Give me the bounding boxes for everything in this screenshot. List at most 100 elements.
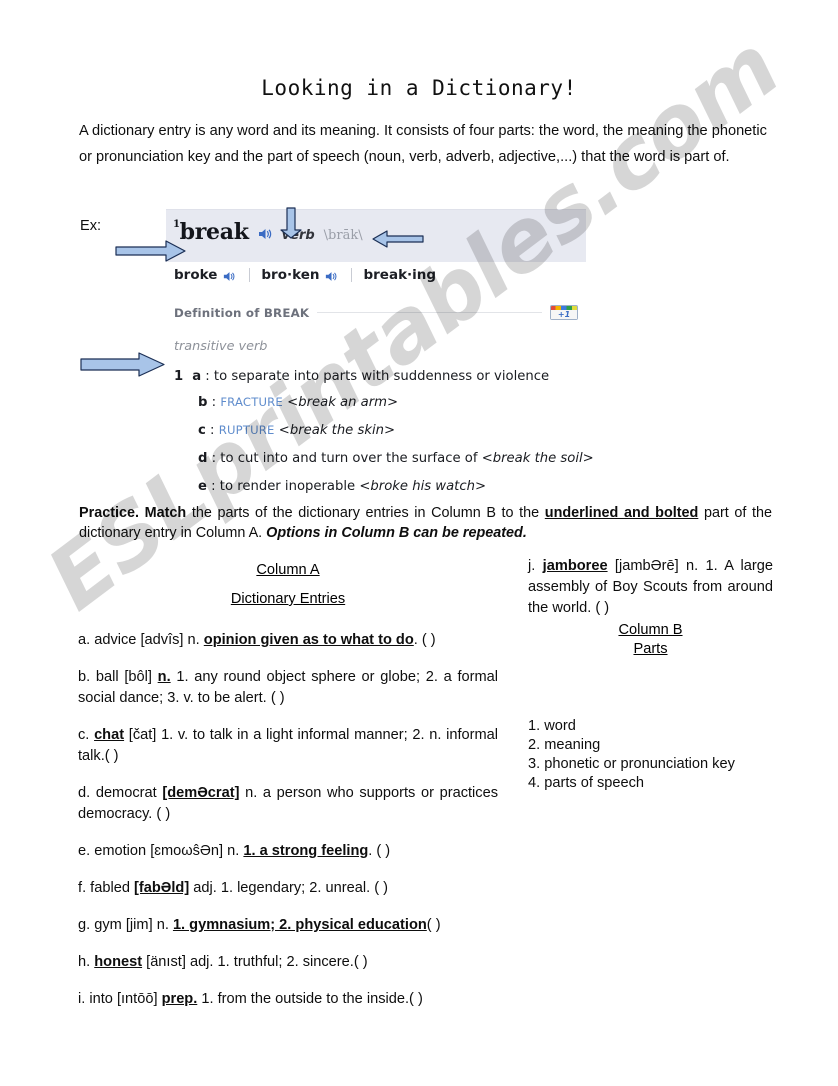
dictionary-entry-b: b. ball [bôl] n. 1. any round object sph… [78,669,498,706]
entry-definition: 1. gymnasium; 2. physical education [172,917,427,933]
divider [249,268,251,282]
entry-word: advice [94,632,137,648]
entry-definition: opinion given as to what to do [203,632,414,648]
entry-pos: adj. [193,880,217,896]
entry-pos: n. [157,669,171,685]
answer-blank[interactable]: ( ) [595,600,609,616]
entry-word: into [89,991,113,1007]
sense-letter: d [198,451,208,466]
sense-text: : to render inoperable [211,479,356,494]
entry-phonetic: [demƏcrat] [162,785,240,801]
answer-blank[interactable]: ( ) [427,917,441,933]
column-a-subheading: Dictionary Entries [230,591,346,607]
dictionary-entry-f: f. fabled [fabƏld] adj. 1. legendary; 2.… [78,880,388,896]
column-b-subheading: Parts [633,641,668,657]
entry-definition: 1. a strong feeling [243,843,369,859]
inflection-broken: bro·ken [261,267,320,283]
entry-id: g [78,917,87,933]
entry-definition: 1. legendary; 2. unreal. [220,880,371,896]
dictionary-entry-a: a. advice [advîs] n. opinion given as to… [78,632,436,648]
practice-lead-1: Practice. [79,505,140,521]
sense-row: d : to cut into and turn over the surfac… [198,451,594,466]
dictionary-entry-h: h. honest [änıst] adj. 1. truthful; 2. s… [78,954,368,970]
sense-row: c : RUPTURE <break the skin> [198,423,395,438]
sense-text: : to cut into and turn over the surface … [211,451,478,466]
sense-letter: a [192,369,202,384]
arrow-pointing-to-meaning [79,352,167,382]
page-title: Looking in a Dictionary! [261,76,577,100]
dictionary-entry-j: j. jamboree [jambƏrē] n. 1. A large asse… [528,558,773,616]
sense-cross-reference[interactable]: RUPTURE [219,423,275,437]
practice-instructions: Practice. Match the parts of the diction… [79,503,772,543]
sense-letter: c [198,423,206,438]
plus-one-label: +1 [551,310,577,319]
answer-blank[interactable]: ( ) [374,880,388,896]
entry-id: b [78,669,87,685]
list-item[interactable]: 2. meaning [528,736,773,755]
google-plus-one-button[interactable]: +1 [550,305,578,320]
entry-pos: prep. [161,991,198,1007]
entry-word: jamboree [542,558,608,574]
answer-blank[interactable]: ( ) [156,806,170,822]
answer-blank[interactable]: ( ) [376,843,390,859]
sense-cross-reference[interactable]: FRACTURE [220,395,283,409]
sense-example: <broke his watch> [359,479,486,494]
inflection-broke: broke [174,267,218,283]
entry-phonetic: [čat] [128,727,157,743]
intro-paragraph: A dictionary entry is any word and its m… [79,123,767,165]
divider [317,312,542,313]
sense-example: <break an arm> [287,395,399,410]
entry-pos: adj. [189,954,214,970]
speaker-icon[interactable] [223,270,238,282]
answer-blank[interactable]: ( ) [105,748,119,764]
answer-blank[interactable]: ( ) [409,991,423,1007]
definition-heading-row: Definition of BREAK +1 [174,305,578,320]
speaker-icon[interactable] [258,225,273,239]
speaker-icon[interactable] [325,270,340,282]
definition-heading: Definition of BREAK [174,305,310,320]
column-a-heading: Column A [256,562,320,578]
entry-word: chat [94,727,125,743]
entry-word: gym [94,917,122,933]
entry-word: fabled [90,880,130,896]
entry-definition: 1. from the outside to the inside. [201,991,410,1007]
column-b-heading: Column B [618,622,683,638]
sense-row: b : FRACTURE <break an arm> [198,395,398,410]
practice-italic-bold: Options in Column B can be repeated. [266,525,527,541]
sense-letter: b [198,395,208,410]
dictionary-entry-d: d. democrat [demƏcrat] n. a person who s… [78,785,499,822]
entry-id: d [78,785,87,801]
entry-phonetic: [jim] [125,917,153,933]
entry-word: ball [95,669,119,685]
inflected-forms: broke bro·ken break·ing [174,267,436,283]
entry-pos: n. [156,917,169,933]
entry-phonetic: [änıst] [146,954,186,970]
dictionary-entry-e: e. emotion [ɛmoωŝƏn] n. 1. a strong feel… [78,843,391,859]
practice-lead-2: Match [144,505,187,521]
answer-blank[interactable]: ( ) [271,690,285,706]
dictionary-entry-g: g. gym [jim] n. 1. gymnasium; 2. physica… [78,917,441,933]
sense-example: <break the skin> [278,423,396,438]
list-item[interactable]: 3. phonetic or pronunciation key [528,755,773,774]
dictionary-entry-i: i. into [ıntōō] prep. 1. from the outsid… [78,991,423,1007]
sense-text: : [211,395,217,410]
entry-pos: n. [685,558,699,574]
answer-blank[interactable]: ( ) [354,954,368,970]
entry-phonetic: [ɛmoωŝƏn] [150,843,224,859]
divider [351,268,353,282]
entry-word: honest [94,954,143,970]
sense-text: : to separate into parts with suddenness… [205,369,550,384]
answer-blank[interactable]: ( ) [422,632,436,648]
list-item[interactable]: 4. parts of speech [528,774,773,793]
entry-definition: 1. truthful; 2. sincere. [217,954,354,970]
entry-word: emotion [94,843,147,859]
practice-text-1: the parts of the dictionary entries in C… [186,505,545,521]
entry-id: j [528,558,532,574]
sense-row: 1a : to separate into parts with suddenn… [174,369,549,384]
dictionary-phonetic: \brāk\ [323,228,363,243]
list-item[interactable]: 1. word [528,717,773,736]
arrow-pointing-to-phonetic-key [371,229,425,254]
sense-example: <break the soil> [481,451,594,466]
worksheet-page: Looking in a Dictionary! A dictionary en… [0,0,838,1086]
entry-pos: n. [245,785,258,801]
